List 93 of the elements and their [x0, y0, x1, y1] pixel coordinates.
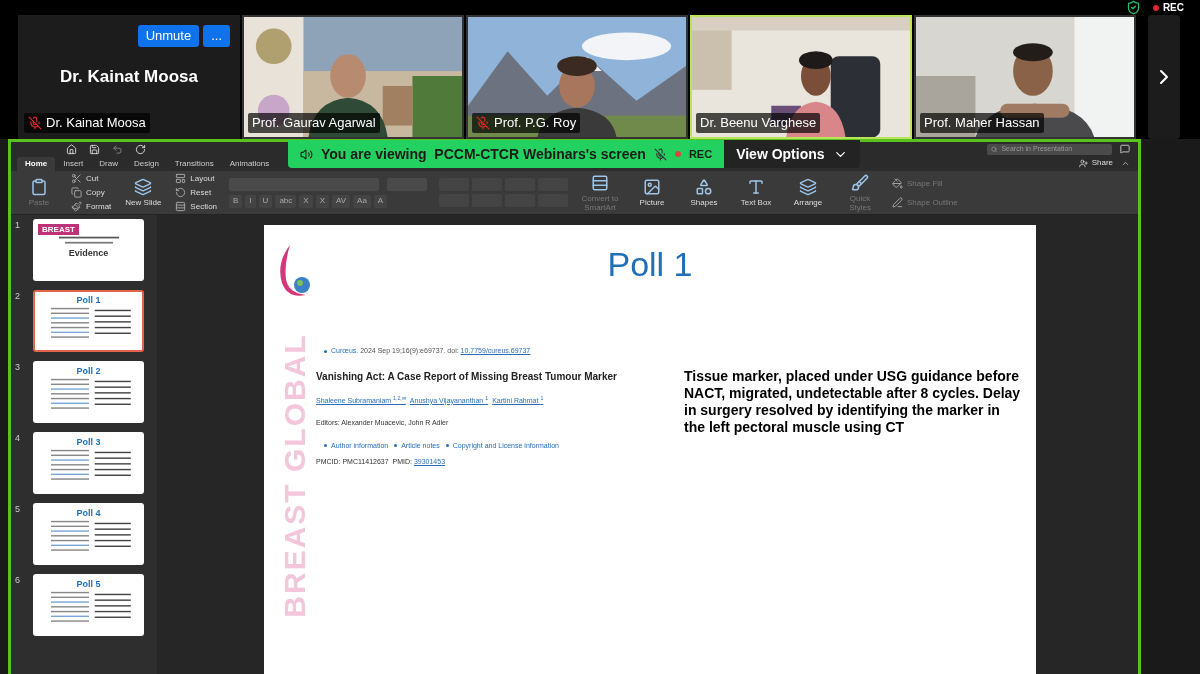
share-button[interactable]: Share [1078, 157, 1113, 169]
add-person-icon [1078, 158, 1088, 168]
shield-check-icon [1125, 0, 1141, 15]
slide-thumbnail[interactable]: Poll 1 [33, 290, 144, 352]
view-options-button[interactable]: View Options [724, 140, 860, 168]
participant-name: Prof. P.G. Roy [494, 114, 577, 133]
ribbon-button[interactable]: Format [71, 201, 112, 212]
slide-number: 5 [15, 503, 21, 516]
side-text: BREAST GLOBAL [276, 333, 312, 618]
participant-name: Prof. Maher Hassan [924, 114, 1040, 133]
tool-icon [175, 187, 187, 198]
font-style-button[interactable]: Aa [353, 194, 371, 208]
tool-icon [134, 178, 153, 196]
save-icon[interactable] [89, 143, 100, 155]
slide-thumbnail[interactable]: Poll 4 [33, 503, 144, 565]
ribbon-button[interactable]: Cut [71, 173, 112, 184]
font-style-button[interactable]: A [373, 194, 388, 208]
font-style-button[interactable]: abc [275, 194, 297, 208]
speaker-icon [300, 147, 313, 161]
mic-off-icon [653, 147, 667, 161]
font-style-button[interactable]: I [245, 194, 256, 208]
bullet-icon [445, 444, 449, 448]
tool-icon [643, 178, 662, 196]
undo-icon[interactable] [112, 143, 123, 155]
next-page-button[interactable] [1148, 15, 1180, 139]
thumbnail-subtitle: Evidence [68, 247, 109, 260]
slide-note: Tissue marker, placed under USG guidance before NACT, migrated, undetectable after 8 cycles. Delay in surgery resolved by identifying the marker in the left pectoral muscle using CT [684, 368, 1022, 437]
slide-number: 6 [15, 574, 21, 587]
thumbnail-title: Poll 5 [76, 579, 101, 589]
redo-icon[interactable] [135, 143, 146, 155]
ribbon-button[interactable]: New Slide [123, 178, 164, 207]
thumbnail-banner: BREAST [38, 224, 79, 235]
slide-number: 2 [15, 290, 21, 303]
tool-icon [71, 187, 82, 198]
font-style-button[interactable]: AV [332, 194, 351, 208]
tool-icon [799, 178, 818, 196]
ribbon-button[interactable]: Layout [175, 173, 218, 184]
article-title: Vanishing Act: A Case Report of Missing Breast Tumour Marker [316, 369, 618, 384]
thumbnail-title: Poll 1 [76, 295, 101, 305]
tool-icon [71, 201, 82, 212]
viewing-text: You are viewing PCCM-CTCR Webinars's screen [321, 144, 646, 164]
participant-name: Dr. Kainat Moosa [60, 66, 198, 89]
bullet-icon [324, 444, 327, 448]
recording-label: REC [1162, 1, 1184, 15]
tool-icon [30, 178, 48, 196]
ribbon-tab[interactable]: Transitions [166, 157, 222, 171]
tool-icon [71, 173, 82, 184]
slide-title: Poll 1 [607, 244, 693, 285]
slide-number: 4 [15, 432, 21, 445]
ribbon-tab[interactable]: Home [17, 157, 56, 171]
thumbnail-title: Poll 2 [76, 366, 101, 376]
comment-icon[interactable] [1120, 144, 1130, 154]
thumbnail-title: Poll 3 [76, 437, 101, 447]
tool-icon [591, 173, 610, 192]
ribbon-button[interactable]: Copy [71, 187, 112, 198]
home-icon[interactable] [66, 143, 77, 155]
ribbon-tab[interactable]: Design [125, 157, 167, 171]
font-style-button[interactable]: B [229, 194, 243, 208]
participant-name: Dr. Beenu Varghese [700, 114, 817, 133]
slide-thumbnail[interactable]: Poll 3 [33, 432, 144, 494]
slide-number: 1 [15, 219, 21, 232]
more-button[interactable]: ... [203, 25, 230, 47]
ribbon-button[interactable]: Section [175, 201, 218, 212]
font-style-button[interactable]: U [258, 194, 273, 208]
ribbon-button[interactable]: Picture [632, 178, 673, 207]
ribbon-button[interactable]: Reset [175, 187, 218, 198]
font-style-button[interactable]: X [315, 194, 329, 208]
tool-icon [175, 201, 187, 212]
tool-icon [892, 196, 904, 208]
ribbon-button[interactable]: Arrange [788, 178, 829, 207]
recording-label: REC [688, 146, 713, 162]
slide-thumbnail[interactable]: Poll 5 [33, 574, 144, 636]
ribbon-tab[interactable]: Insert [55, 157, 92, 171]
ribbon-tab[interactable]: Animations [221, 157, 278, 171]
slide-number: 3 [15, 361, 21, 374]
tool-icon [695, 178, 714, 196]
ribbon-tab[interactable]: Draw [91, 157, 126, 171]
search-icon [991, 145, 998, 153]
font-style-button[interactable]: X [299, 194, 313, 208]
slide-thumbnail[interactable]: BREAST Evidence [33, 219, 144, 281]
ribbon-button[interactable]: Shapes [684, 178, 725, 207]
tool-icon [175, 173, 187, 184]
slide-thumbnail[interactable]: Poll 2 [33, 361, 144, 423]
thumbnail-title: Poll 4 [76, 508, 101, 518]
bullet-icon [324, 349, 327, 353]
tool-icon [851, 173, 870, 192]
unmute-button[interactable]: Unmute [137, 25, 200, 47]
ribbon-button[interactable]: Text Box [736, 178, 777, 207]
participant-name: Dr. Kainat Moosa [46, 114, 146, 133]
tool-icon [892, 177, 904, 189]
participant-name: Prof. Gaurav Agarwal [252, 114, 376, 133]
bullet-icon [394, 444, 398, 448]
tool-icon [747, 178, 766, 196]
